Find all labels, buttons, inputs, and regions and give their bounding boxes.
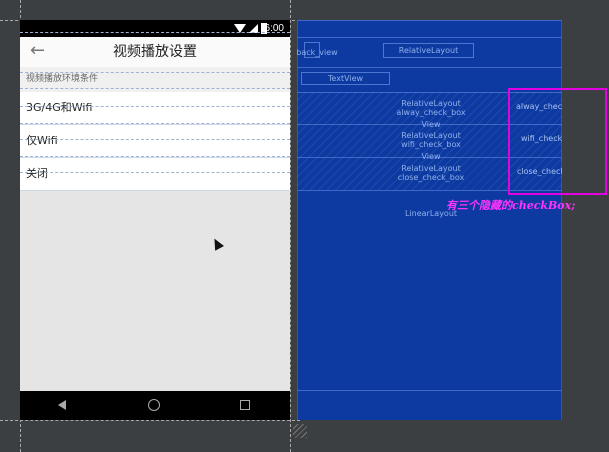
- bp-view-label: View: [421, 120, 441, 129]
- option-row-3g4g-wifi[interactable]: 3G/4G和Wifi: [20, 92, 290, 124]
- layout-guide-line: [20, 123, 290, 124]
- bp-relative-layout-top[interactable]: RelativeLayout: [383, 43, 474, 58]
- bp-row-label: close_check_box: [397, 173, 465, 182]
- bp-row-label: wifi_check_box: [401, 140, 461, 149]
- bp-text-view[interactable]: TextView: [301, 72, 390, 85]
- option-row-wifi-only[interactable]: 仅Wifi: [20, 125, 290, 157]
- layout-guide-line: [20, 32, 290, 33]
- bp-row-label: alway_check_box: [396, 108, 466, 117]
- layout-guide-line: [20, 156, 290, 157]
- row-divider: [20, 190, 290, 191]
- option-label: 仅Wifi: [26, 134, 58, 147]
- layout-guide-line: [20, 88, 290, 89]
- navigation-bar: [20, 391, 290, 420]
- nav-recent-icon[interactable]: [240, 400, 250, 410]
- status-bar: 6:00: [20, 20, 290, 37]
- guide-bottom: [0, 420, 300, 421]
- page-title: 视频播放设置: [113, 44, 197, 60]
- annotation-text: 有三个隐藏的checkBox;: [446, 199, 576, 212]
- blueprint-edge: [561, 20, 562, 420]
- nav-back-icon[interactable]: [58, 400, 66, 410]
- blueprint-line: [297, 390, 562, 391]
- bp-back-view-label: back_view: [297, 48, 338, 57]
- layout-guide-line: [20, 106, 290, 107]
- guide-right: [290, 0, 291, 452]
- mouse-cursor-icon: [210, 236, 224, 251]
- resize-handle[interactable]: [293, 424, 307, 438]
- hidden-checkbox-highlight: [508, 88, 607, 195]
- blueprint-line: [297, 67, 562, 68]
- blueprint-edge: [297, 20, 298, 420]
- bp-view-label: View: [421, 152, 441, 161]
- option-label: 3G/4G和Wifi: [26, 101, 93, 114]
- layout-guide-line: [20, 172, 290, 173]
- option-label: 关闭: [26, 167, 48, 180]
- status-time: 6:00: [264, 23, 284, 34]
- layout-guide-line: [20, 139, 290, 140]
- toolbar: ← 视频播放设置: [20, 37, 290, 67]
- layout-guide-line: [20, 72, 290, 73]
- option-row-off[interactable]: 关闭: [20, 158, 290, 190]
- bp-row-label: RelativeLayout: [401, 131, 461, 140]
- blueprint-line: [297, 37, 562, 38]
- bp-row-label: RelativeLayout: [401, 164, 461, 173]
- blueprint-view[interactable]: back_view RelativeLayout TextView Relati…: [297, 20, 562, 420]
- blueprint-line: [297, 20, 562, 21]
- bp-row-label: RelativeLayout: [401, 99, 461, 108]
- design-preview[interactable]: 6:00 ← 视频播放设置 视频播放环境条件 3G/4G和Wifi 仅Wifi …: [20, 20, 290, 420]
- nav-home-icon[interactable]: [148, 399, 160, 411]
